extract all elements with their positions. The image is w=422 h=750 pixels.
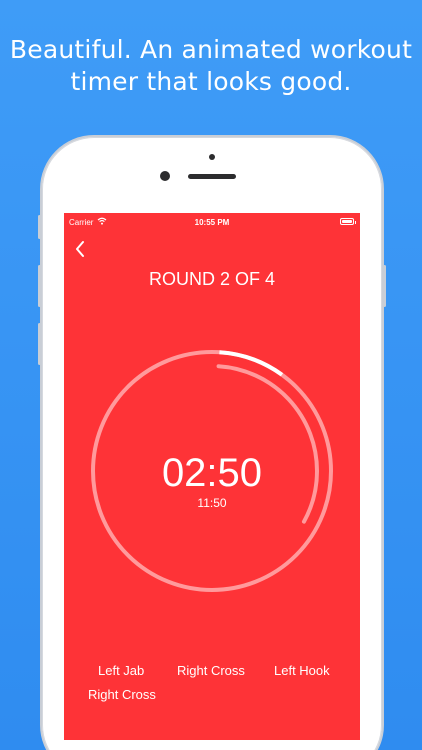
power-button (383, 265, 386, 307)
mute-switch (38, 215, 41, 239)
chevron-left-icon (76, 241, 84, 257)
volume-up-button (38, 265, 41, 307)
move-label: Right Cross (88, 687, 156, 702)
app-screen: Carrier 10:55 PM ROUND 2 OF 4 02:50 11:5… (64, 213, 360, 740)
move-label: Left Hook (274, 663, 330, 678)
round-time-remaining: 02:50 (161, 451, 263, 495)
battery-icon (340, 218, 356, 225)
status-time: 10:55 PM (194, 218, 230, 227)
headline-line-2: timer that looks good. (70, 67, 352, 96)
status-bar: Carrier 10:55 PM (64, 213, 360, 233)
front-camera (160, 171, 170, 181)
proximity-sensor (209, 154, 215, 160)
promo-headline: Beautiful. An animated workout timer tha… (0, 34, 422, 98)
move-label: Left Jab (98, 663, 145, 678)
volume-down-button (38, 323, 41, 365)
move-label: Right Cross (177, 663, 245, 678)
back-button[interactable] (70, 238, 92, 260)
headline-line-1: Beautiful. An animated workout (9, 35, 413, 64)
round-title: ROUND 2 OF 4 (148, 269, 276, 289)
earpiece-speaker (188, 174, 236, 179)
phone-frame: Carrier 10:55 PM ROUND 2 OF 4 02:50 11:5… (38, 137, 386, 750)
total-time-remaining: 11:50 (197, 496, 227, 510)
